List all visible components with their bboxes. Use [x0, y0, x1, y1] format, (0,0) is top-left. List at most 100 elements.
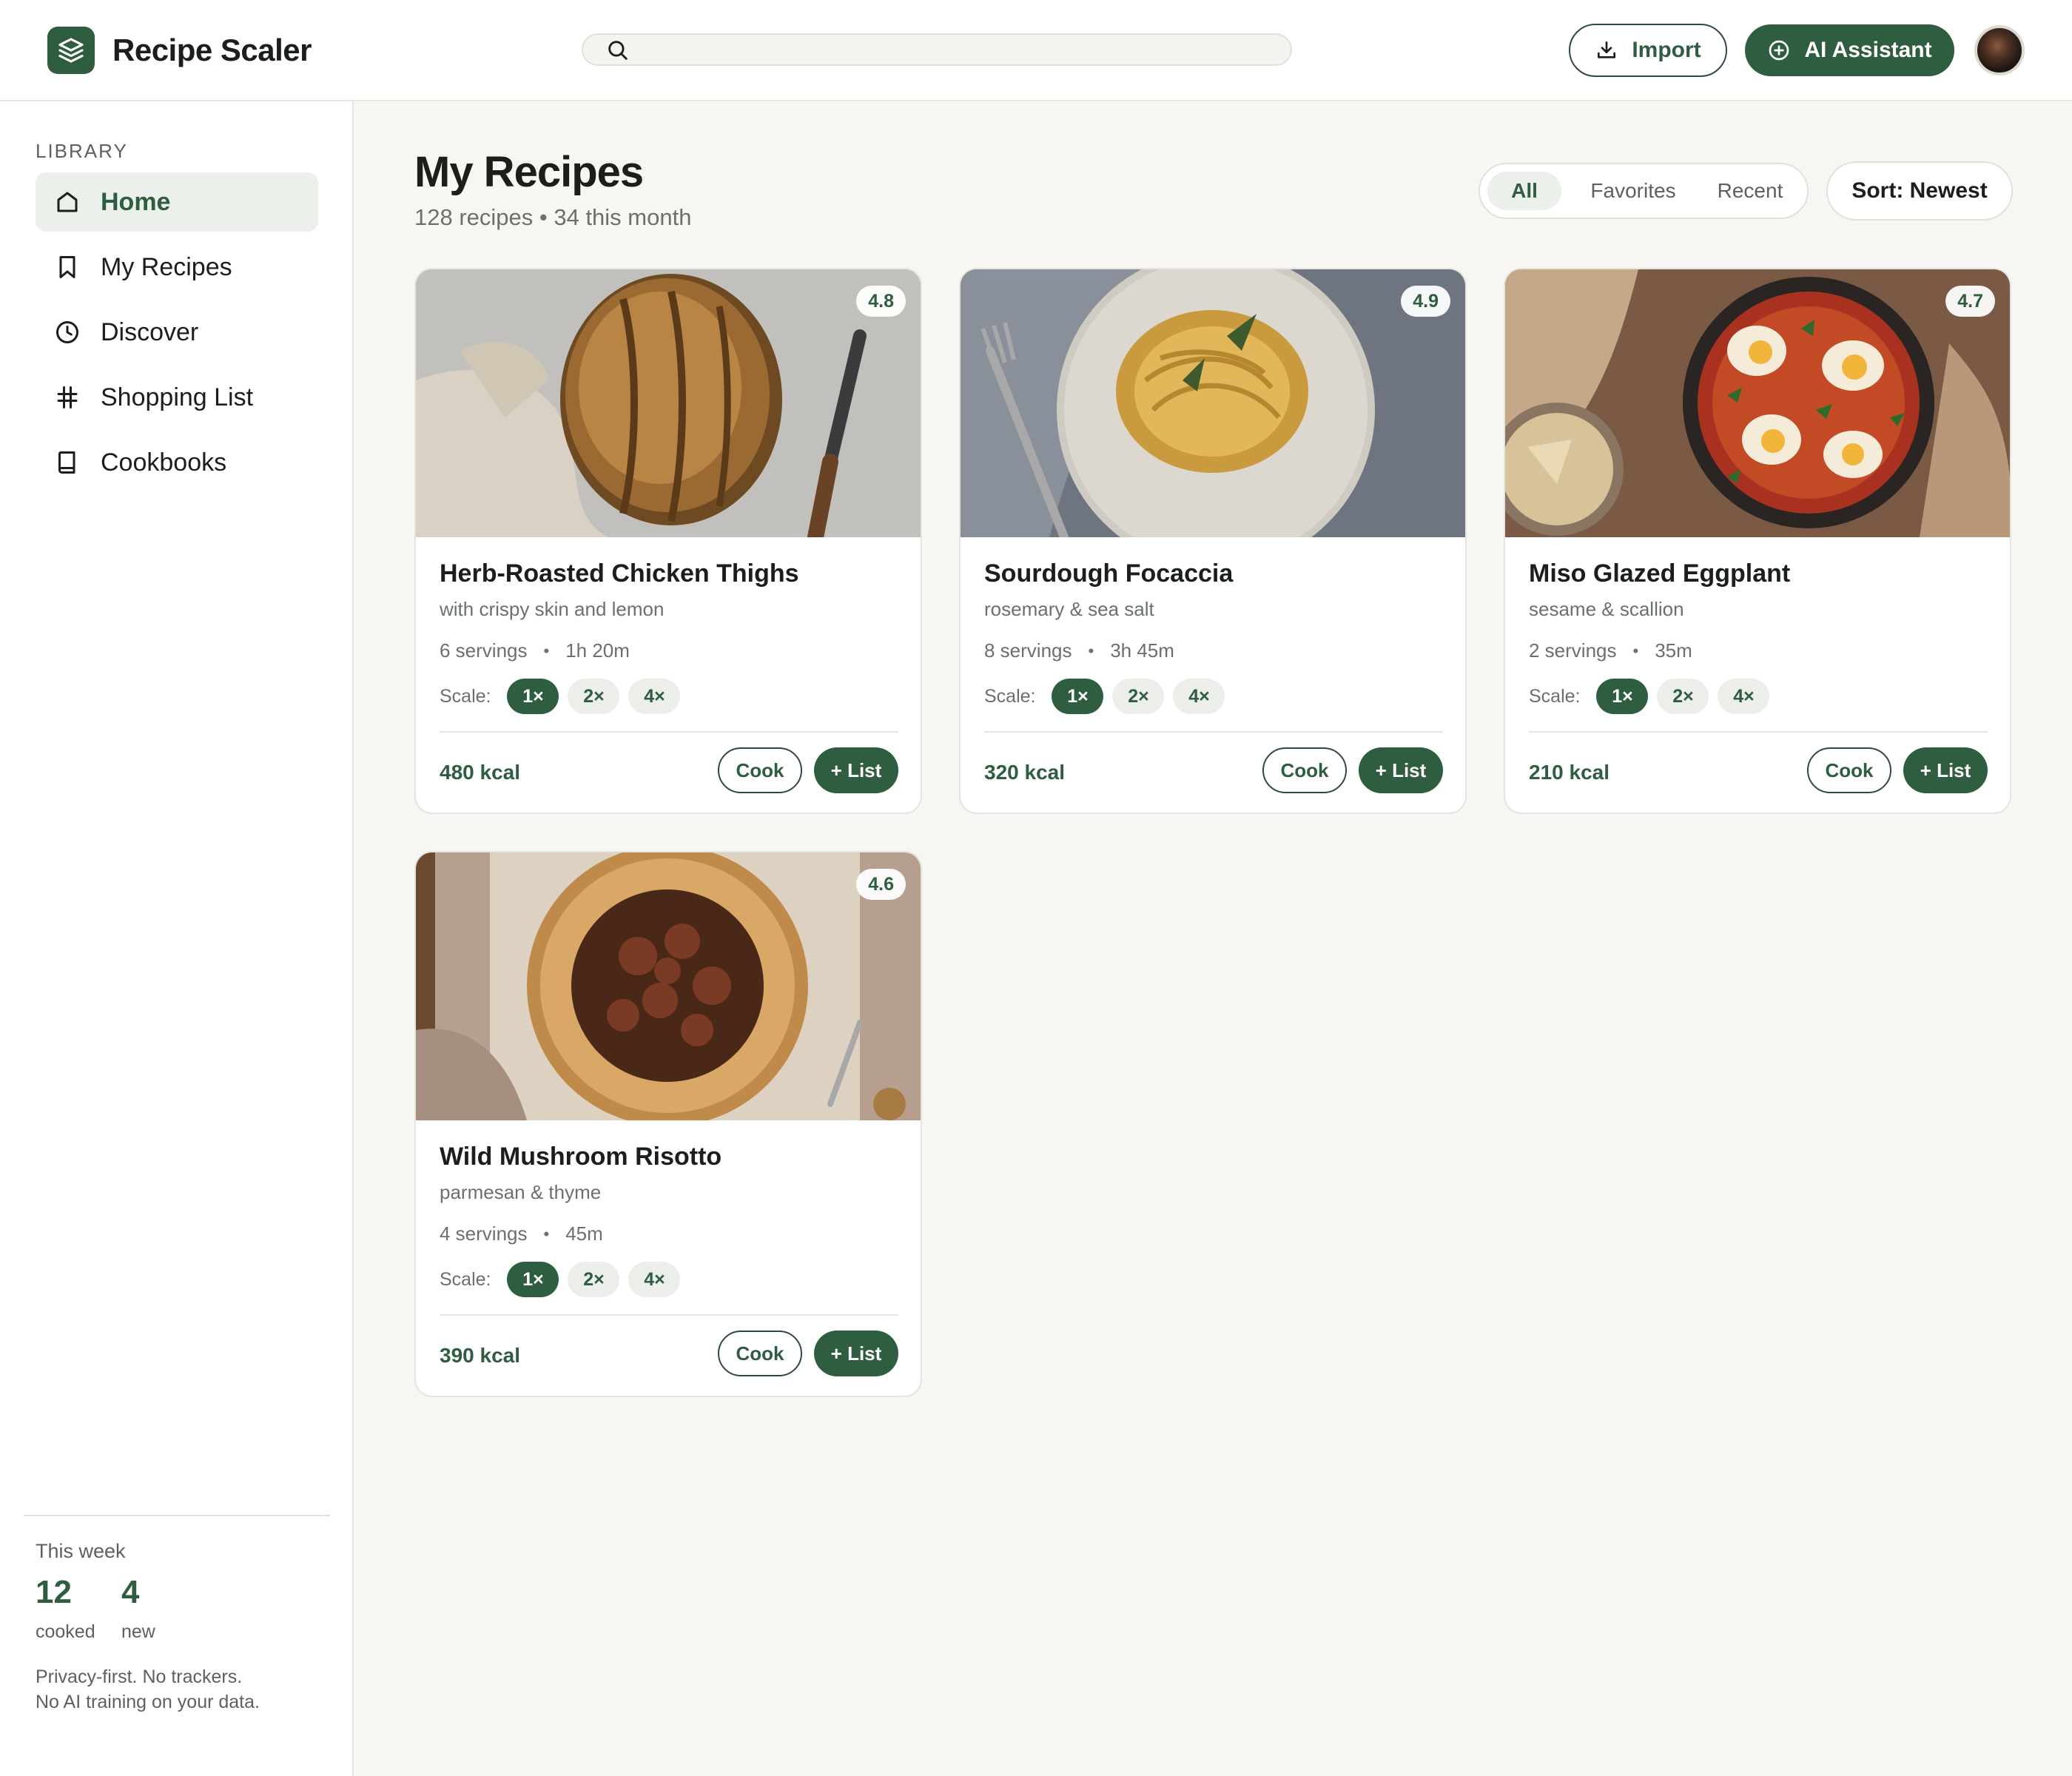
- scale-1x-chip[interactable]: 1×: [507, 679, 559, 714]
- sidebar-item-label: Shopping List: [101, 383, 254, 411]
- sourdough-loaf-photo: 4.8: [416, 269, 921, 537]
- scale-2x-chip[interactable]: 2×: [1112, 679, 1165, 714]
- rating-badge: 4.9: [1401, 286, 1450, 317]
- card-divider: [440, 1314, 898, 1316]
- scale-selector: Scale: 1× 2× 4×: [984, 678, 1234, 715]
- cook-button[interactable]: Cook: [718, 1331, 802, 1376]
- cook-button[interactable]: Cook: [1262, 747, 1347, 793]
- scale-1x-chip[interactable]: 1×: [1596, 679, 1649, 714]
- calories: 320 kcal: [984, 761, 1065, 784]
- sidebar-item-my-recipes[interactable]: My Recipes: [36, 238, 318, 297]
- add-to-list-button[interactable]: + List: [814, 1331, 898, 1376]
- plus-circle-icon: [1769, 40, 1789, 61]
- import-button-label: Import: [1632, 38, 1701, 62]
- scale-label: Scale:: [1529, 685, 1581, 707]
- rating-badge: 4.7: [1945, 286, 1995, 317]
- servings: 8 servings: [984, 639, 1072, 662]
- cook-button[interactable]: Cook: [1807, 747, 1891, 793]
- cook-time: 45m: [565, 1222, 603, 1245]
- sort-button[interactable]: Sort: Newest: [1826, 161, 2013, 221]
- filter-recent[interactable]: Recent: [1701, 172, 1800, 210]
- recipe-subtitle: rosemary & sea salt: [984, 598, 1154, 620]
- app-logo-icon: [47, 27, 95, 74]
- scale-label: Scale:: [984, 685, 1036, 707]
- recipe-title: Sourdough Focaccia: [984, 559, 1234, 588]
- new-label: new: [121, 1621, 155, 1642]
- sidebar-item-label: Cookbooks: [101, 448, 227, 477]
- search-bar[interactable]: [582, 33, 1292, 66]
- home-icon: [53, 188, 81, 216]
- privacy-note-line1: Privacy-first. No trackers.: [36, 1666, 243, 1687]
- clock-icon: [53, 318, 81, 346]
- app-title: Recipe Scaler: [112, 33, 312, 67]
- recipe-title: Miso Glazed Eggplant: [1529, 559, 1791, 588]
- rating-badge: 4.8: [856, 286, 906, 317]
- recipe-card[interactable]: 4.9 Sourdough Focaccia rosemary & sea sa…: [959, 268, 1467, 814]
- search-icon: [608, 41, 628, 60]
- scale-selector: Scale: 1× 2× 4×: [440, 1261, 689, 1298]
- scale-1x-chip[interactable]: 1×: [507, 1262, 559, 1297]
- calories: 210 kcal: [1529, 761, 1610, 784]
- recipe-meta: 4 servings • 45m: [440, 1222, 603, 1245]
- book-icon: [53, 448, 81, 477]
- pasta-plate-photo: 4.9: [961, 269, 1465, 537]
- scale-4x-chip[interactable]: 4×: [1718, 679, 1770, 714]
- calories: 390 kcal: [440, 1344, 520, 1367]
- recipe-card[interactable]: 4.7 Miso Glazed Eggplant sesame & scalli…: [1504, 268, 2011, 814]
- fig-galette-photo: 4.6: [416, 852, 921, 1120]
- recipe-title: Wild Mushroom Risotto: [440, 1143, 722, 1171]
- week-label: This week: [36, 1540, 126, 1562]
- rating-badge: 4.6: [856, 869, 906, 900]
- sidebar-item-shopping-list[interactable]: Shopping List: [36, 368, 318, 427]
- sidebar-item-label: My Recipes: [101, 252, 232, 281]
- page-subtitle: 128 recipes • 34 this month: [414, 204, 692, 230]
- card-divider: [440, 731, 898, 733]
- sidebar-item-home[interactable]: Home: [36, 172, 318, 232]
- sidebar-item-discover[interactable]: Discover: [36, 303, 318, 362]
- recipe-subtitle: parmesan & thyme: [440, 1181, 602, 1203]
- separator-dot: •: [543, 641, 550, 660]
- servings: 2 servings: [1529, 639, 1617, 662]
- filter-favorites[interactable]: Favorites: [1570, 172, 1696, 210]
- recipe-card[interactable]: 4.8 Herb-Roasted Chicken Thighs with cri…: [414, 268, 922, 814]
- import-button[interactable]: Import: [1569, 24, 1727, 77]
- download-icon: [1598, 41, 1616, 58]
- separator-dot: •: [543, 1224, 550, 1243]
- calories: 480 kcal: [440, 761, 520, 784]
- page-title: My Recipes: [414, 148, 644, 196]
- cook-time: 35m: [1655, 639, 1692, 662]
- recipe-subtitle: with crispy skin and lemon: [440, 598, 665, 620]
- scale-2x-chip[interactable]: 2×: [568, 1262, 620, 1297]
- sidebar-item-cookbooks[interactable]: Cookbooks: [36, 433, 318, 492]
- scale-1x-chip[interactable]: 1×: [1052, 679, 1104, 714]
- sidebar-divider: [24, 1515, 330, 1516]
- new-count: 4: [121, 1574, 140, 1610]
- scale-2x-chip[interactable]: 2×: [1657, 679, 1709, 714]
- servings: 4 servings: [440, 1222, 528, 1245]
- cook-button[interactable]: Cook: [718, 747, 802, 793]
- sidebar-item-label: Discover: [101, 317, 199, 346]
- add-to-list-button[interactable]: + List: [814, 747, 898, 793]
- sidebar-heading: LIBRARY: [36, 140, 128, 162]
- servings: 6 servings: [440, 639, 528, 662]
- cook-time: 3h 45m: [1110, 639, 1174, 662]
- recipe-subtitle: sesame & scallion: [1529, 598, 1684, 620]
- recipe-title: Herb-Roasted Chicken Thighs: [440, 559, 799, 588]
- shakshuka-skillet-photo: 4.7: [1505, 269, 2010, 537]
- hash-icon: [53, 383, 81, 411]
- ai-assistant-button[interactable]: AI Assistant: [1745, 24, 1954, 76]
- cooked-count: 12: [36, 1574, 72, 1610]
- add-to-list-button[interactable]: + List: [1359, 747, 1443, 793]
- sidebar: LIBRARY Home My Recipes Discover Shoppin…: [0, 101, 354, 1776]
- filter-all[interactable]: All: [1487, 172, 1561, 210]
- scale-4x-chip[interactable]: 4×: [628, 679, 681, 714]
- scale-selector: Scale: 1× 2× 4×: [1529, 678, 1778, 715]
- add-to-list-button[interactable]: + List: [1903, 747, 1988, 793]
- recipe-meta: 2 servings • 35m: [1529, 639, 1692, 662]
- scale-4x-chip[interactable]: 4×: [628, 1262, 681, 1297]
- user-avatar[interactable]: [1974, 25, 2025, 75]
- scale-4x-chip[interactable]: 4×: [1173, 679, 1225, 714]
- recipe-card[interactable]: 4.6 Wild Mushroom Risotto parmesan & thy…: [414, 851, 922, 1397]
- scale-2x-chip[interactable]: 2×: [568, 679, 620, 714]
- search-input[interactable]: [642, 38, 1279, 61]
